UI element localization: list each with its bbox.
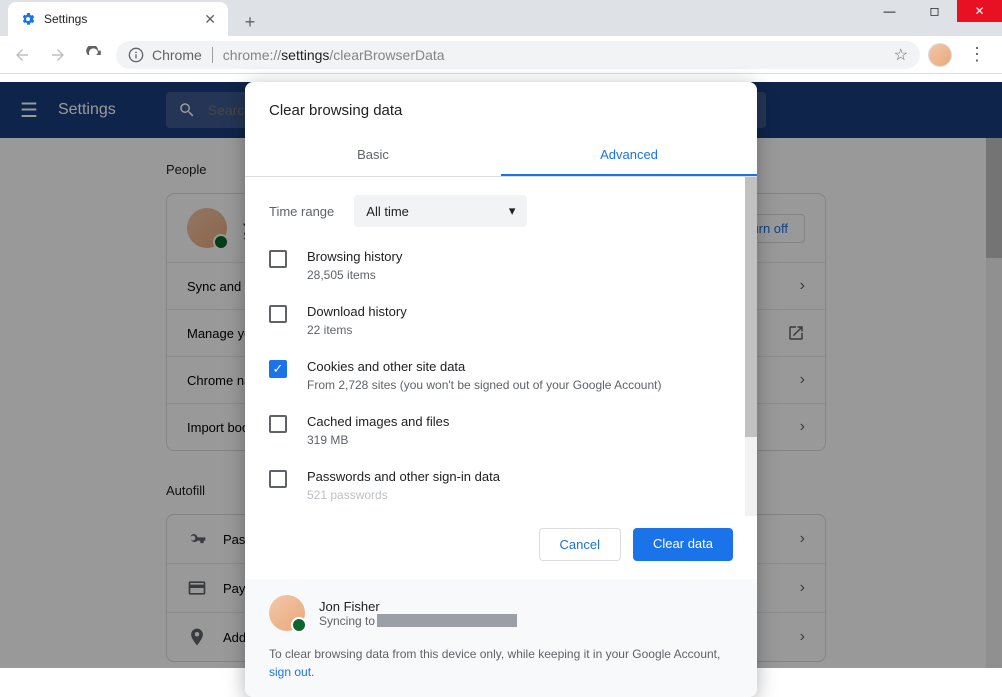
sync-status: Syncing to <box>319 614 517 628</box>
sign-out-link[interactable]: sign out <box>269 665 311 679</box>
chrome-menu-button[interactable]: ⋮ <box>960 44 994 65</box>
arrow-right-icon <box>49 46 67 64</box>
dialog-footer: Jon Fisher Syncing to To clear browsing … <box>245 579 757 697</box>
site-info-icon[interactable] <box>128 47 144 63</box>
dialog-body: Time range All time ▾ Browsing history 2… <box>245 177 757 516</box>
checkbox-row-cached[interactable]: Cached images and files 319 MB <box>269 414 733 447</box>
footer-text: To clear browsing data from this device … <box>269 645 733 681</box>
tab-basic[interactable]: Basic <box>245 135 501 176</box>
time-range-label: Time range <box>269 204 334 219</box>
sync-user-name: Jon Fisher <box>319 599 517 614</box>
checkbox[interactable] <box>269 305 287 323</box>
address-prefix: Chrome <box>152 47 213 63</box>
checkbox-row-browsing-history[interactable]: Browsing history 28,505 items <box>269 249 733 282</box>
profile-avatar-button[interactable] <box>928 43 952 67</box>
clear-data-button[interactable]: Clear data <box>633 528 733 561</box>
checkbox-row-download-history[interactable]: Download history 22 items <box>269 304 733 337</box>
dropdown-arrow-icon: ▾ <box>509 203 516 219</box>
arrow-left-icon <box>13 46 31 64</box>
tab-strip: Settings ✕ + <box>0 0 1002 36</box>
checkbox-row-cookies[interactable]: ✓ Cookies and other site data From 2,728… <box>269 359 733 392</box>
close-window-button[interactable]: ✕ <box>957 0 1002 22</box>
checkbox[interactable] <box>269 415 287 433</box>
reload-button[interactable] <box>80 41 108 69</box>
minimize-button[interactable]: ― <box>867 0 912 22</box>
avatar <box>269 595 305 631</box>
browser-tab[interactable]: Settings ✕ <box>8 2 228 36</box>
checkbox-checked[interactable]: ✓ <box>269 360 287 378</box>
checkbox[interactable] <box>269 470 287 488</box>
new-tab-button[interactable]: + <box>236 8 264 36</box>
bookmark-star-icon[interactable]: ☆ <box>894 45 908 65</box>
tab-close-icon[interactable]: ✕ <box>204 11 216 28</box>
maximize-button[interactable]: ◻ <box>912 0 957 22</box>
dialog-tabs: Basic Advanced <box>245 135 757 177</box>
tab-advanced[interactable]: Advanced <box>501 135 757 176</box>
settings-gear-icon <box>20 11 36 27</box>
redacted-email <box>377 614 517 627</box>
address-url: chrome://settings/clearBrowserData <box>223 47 445 63</box>
time-range-select[interactable]: All time ▾ <box>354 195 527 227</box>
forward-button[interactable] <box>44 41 72 69</box>
dialog-title: Clear browsing data <box>245 82 757 135</box>
checkbox-row-passwords[interactable]: Passwords and other sign-in data 521 pas… <box>269 469 733 502</box>
reload-icon <box>85 46 103 64</box>
checkbox[interactable] <box>269 250 287 268</box>
browser-toolbar: Chrome chrome://settings/clearBrowserDat… <box>0 36 1002 74</box>
address-bar[interactable]: Chrome chrome://settings/clearBrowserDat… <box>116 41 920 69</box>
cancel-button[interactable]: Cancel <box>539 528 621 561</box>
clear-browsing-data-dialog: Clear browsing data Basic Advanced Time … <box>245 82 757 697</box>
dialog-scrollbar[interactable] <box>745 177 757 516</box>
tab-title: Settings <box>44 12 196 26</box>
dialog-actions: Cancel Clear data <box>245 516 757 579</box>
back-button[interactable] <box>8 41 36 69</box>
